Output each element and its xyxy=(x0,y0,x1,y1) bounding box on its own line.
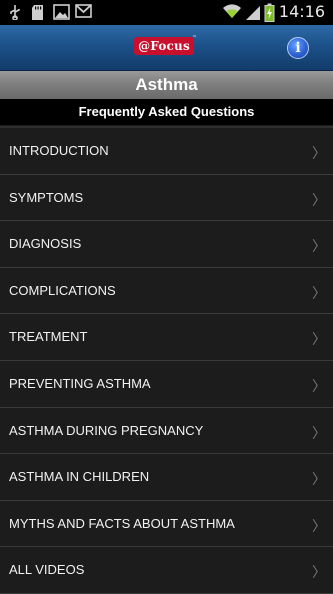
list-item-label: PREVENTING ASTHMA xyxy=(9,375,151,391)
logo-text: @Focus xyxy=(138,39,190,53)
list-item-treatment[interactable]: TREATMENT 〉 xyxy=(0,314,333,361)
battery-charging-icon xyxy=(264,3,275,22)
list-item-label: INTRODUCTION xyxy=(9,143,109,158)
list-item-all-videos[interactable]: ALL VIDEOS 〉 xyxy=(0,547,333,594)
list-item-asthma-in-children[interactable]: ASTHMA IN CHILDREN 〉 xyxy=(0,454,333,501)
list-item-label: ALL VIDEOS xyxy=(9,562,85,578)
faq-list: INTRODUCTION 〉 SYMPTOMS 〉 DIAGNOSIS 〉 CO… xyxy=(0,128,333,594)
list-item-complications[interactable]: COMPLICATIONS 〉 xyxy=(0,267,333,315)
list-item-label: TREATMENT xyxy=(9,329,88,345)
page-subtitle: Frequently Asked Questions xyxy=(78,104,255,119)
chevron-right-icon: 〉 xyxy=(312,472,326,489)
focus-logo: @Focus xyxy=(134,37,194,55)
chevron-right-icon: 〉 xyxy=(312,192,326,209)
list-item-asthma-during-pregnancy[interactable]: ASTHMA DURING PREGNANCY 〉 xyxy=(0,407,333,455)
list-item-label: ASTHMA DURING PREGNANCY xyxy=(9,422,204,438)
page-title: Asthma xyxy=(135,75,198,94)
signal-icon xyxy=(246,6,260,20)
app-header: @Focus ™ i xyxy=(0,25,333,71)
info-icon: i xyxy=(295,40,301,56)
usb-icon xyxy=(10,5,20,20)
chevron-right-icon: 〉 xyxy=(312,332,326,349)
gmail-icon xyxy=(75,4,92,18)
logo-trademark: ™ xyxy=(192,35,197,41)
chevron-right-icon: 〉 xyxy=(312,518,326,535)
chevron-right-icon: 〉 xyxy=(312,239,326,256)
list-item-label: ASTHMA IN CHILDREN xyxy=(9,469,150,485)
list-item-preventing-asthma[interactable]: PREVENTING ASTHMA 〉 xyxy=(0,360,333,408)
chevron-right-icon: 〉 xyxy=(312,146,326,162)
title-bar: Asthma xyxy=(0,71,333,99)
chevron-right-icon: 〉 xyxy=(312,285,326,302)
list-item-label: COMPLICATIONS xyxy=(9,282,116,298)
chevron-right-icon: 〉 xyxy=(312,378,326,395)
chevron-right-icon: 〉 xyxy=(312,565,326,582)
list-item-label: MYTHS AND FACTS ABOUT ASTHMA xyxy=(9,515,235,531)
status-bar: 14:16 xyxy=(0,0,333,25)
list-item-symptoms[interactable]: SYMPTOMS 〉 xyxy=(0,174,333,222)
list-item-label: DIAGNOSIS xyxy=(9,236,82,252)
info-button[interactable]: i xyxy=(287,37,309,59)
list-item-introduction[interactable]: INTRODUCTION 〉 xyxy=(0,128,333,175)
subtitle-bar: Frequently Asked Questions xyxy=(0,99,333,125)
wifi-icon xyxy=(223,4,241,19)
sd-card-icon xyxy=(32,5,43,20)
list-item-myths-and-facts[interactable]: MYTHS AND FACTS ABOUT ASTHMA 〉 xyxy=(0,500,333,548)
chevron-right-icon: 〉 xyxy=(312,425,326,442)
image-icon xyxy=(53,4,70,20)
list-item-label: SYMPTOMS xyxy=(9,189,84,205)
list-item-diagnosis[interactable]: DIAGNOSIS 〉 xyxy=(0,221,333,268)
clock-time: 14:16 xyxy=(278,2,325,21)
